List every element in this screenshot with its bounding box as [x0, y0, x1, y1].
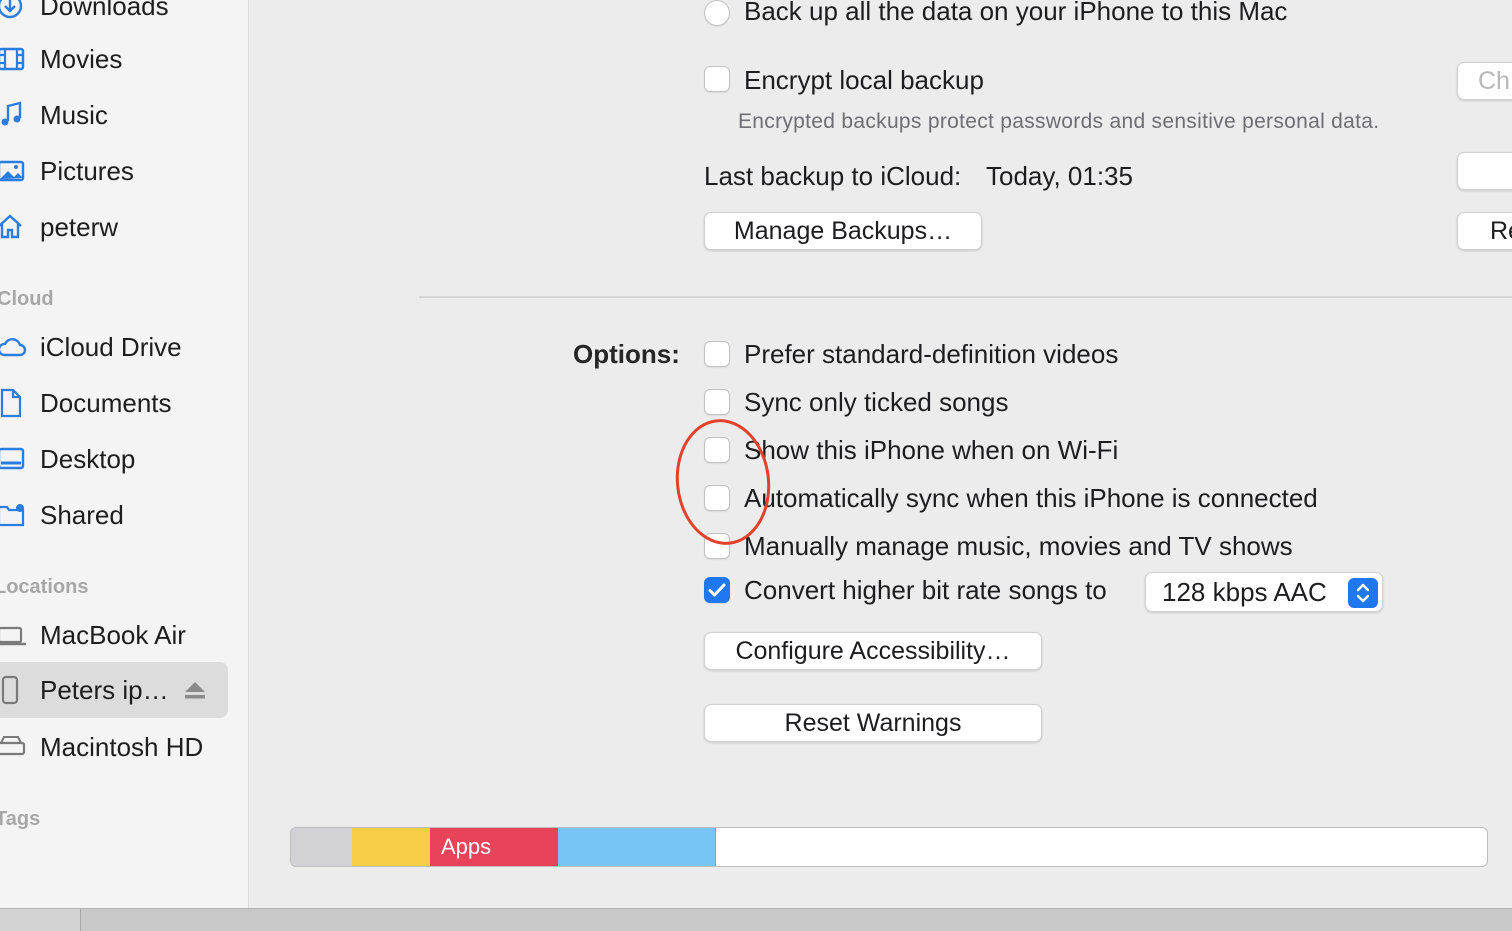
sidebar-item-label: iCloud Drive — [40, 331, 182, 362]
options-heading: Options: — [573, 339, 680, 369]
encrypt-backup-description: Encrypted backups protect passwords and … — [738, 110, 1380, 133]
checkmark-icon — [708, 583, 726, 597]
photo-icon — [0, 160, 25, 182]
manage-backups-button[interactable]: Manage Backups… — [704, 212, 982, 250]
window-bottom-edge — [0, 908, 1512, 931]
convert-bitrate-label: Convert higher bit rate songs to — [744, 575, 1107, 605]
sidebar-item-label: Documents — [40, 387, 172, 418]
sidebar-item-macintosh-hd[interactable]: Macintosh HD — [0, 723, 228, 771]
sidebar-item-label: Music — [40, 99, 108, 130]
bitrate-select-value: 128 kbps AAC — [1162, 576, 1327, 607]
hard-drive-icon — [0, 736, 26, 756]
sidebar-section-tags: Tags — [0, 808, 41, 830]
sidebar-section-cloud: Cloud — [0, 288, 54, 310]
back-up-now-button[interactable] — [1457, 152, 1512, 190]
desktop-icon — [0, 447, 25, 470]
sidebar-item-label: peterw — [40, 211, 119, 242]
home-icon — [0, 214, 22, 239]
reset-warnings-button[interactable]: Reset Warnings — [704, 704, 1042, 742]
sidebar-item-label: Downloads — [40, 0, 169, 21]
eject-icon[interactable] — [184, 680, 206, 700]
laptop-icon — [0, 626, 26, 646]
last-backup-label: Last backup to iCloud: — [704, 161, 962, 191]
sidebar-item-label: Movies — [40, 43, 123, 74]
storage-segment-photos[interactable] — [352, 828, 430, 866]
sidebar-item-label: MacBook Air — [40, 619, 186, 650]
cloud-icon — [0, 338, 27, 357]
sidebar-item-label: Shared — [40, 499, 124, 530]
encrypt-backup-label: Encrypt local backup — [744, 65, 984, 95]
sidebar-section-locations: Locations — [0, 576, 89, 598]
prefer-sd-videos-checkbox[interactable] — [704, 341, 730, 367]
storage-segment-label: Apps — [441, 834, 492, 859]
prefer-sd-videos-label: Prefer standard-definition videos — [744, 339, 1119, 369]
backup-to-mac-radio[interactable] — [704, 0, 730, 26]
sidebar-item-label: Macintosh HD — [40, 731, 204, 762]
sidebar-item-shared[interactable]: Shared — [0, 491, 228, 539]
manually-manage-checkbox[interactable] — [704, 533, 730, 559]
dock-edge — [0, 909, 81, 931]
updown-chevron-icon — [1348, 578, 1378, 608]
finder-sidebar: Downloads Movies Music Pictures peterw C… — [0, 0, 249, 908]
sidebar-item-home[interactable]: peterw — [0, 203, 228, 251]
storage-segment-apps[interactable]: Apps — [430, 828, 558, 866]
sidebar-item-macbook-air[interactable]: MacBook Air — [0, 611, 228, 659]
music-note-icon — [1, 101, 22, 126]
restore-iphone-button[interactable]: Re — [1457, 212, 1512, 250]
sidebar-item-downloads[interactable]: Downloads — [0, 0, 228, 30]
sidebar-item-documents[interactable]: Documents — [0, 379, 228, 427]
iphone-icon — [1, 675, 19, 705]
download-icon — [0, 0, 23, 19]
shared-folder-icon — [0, 504, 25, 527]
sidebar-item-pictures[interactable]: Pictures — [0, 147, 228, 195]
sidebar-item-movies[interactable]: Movies — [0, 35, 228, 83]
backup-to-mac-label: Back up all the data on your iPhone to t… — [744, 0, 1288, 26]
show-on-wifi-label: Show this iPhone when on Wi-Fi — [744, 435, 1119, 465]
sidebar-item-iphone[interactable]: Peters ip… — [0, 662, 228, 718]
storage-usage-bar: Apps — [290, 827, 1488, 867]
sidebar-item-label: Desktop — [40, 443, 136, 474]
last-backup-value: Today, 01:35 — [986, 161, 1133, 191]
film-icon — [0, 47, 25, 71]
sync-ticked-songs-label: Sync only ticked songs — [744, 387, 1009, 417]
bitrate-select[interactable]: 128 kbps AAC — [1145, 572, 1383, 612]
configure-accessibility-button[interactable]: Configure Accessibility… — [704, 632, 1042, 670]
sidebar-item-label: Pictures — [40, 155, 134, 186]
encrypt-backup-checkbox[interactable] — [704, 66, 730, 92]
change-password-button[interactable]: Ch — [1457, 62, 1512, 100]
sync-ticked-songs-checkbox[interactable] — [704, 389, 730, 415]
device-settings-pane: Back up all the data on your iPhone to t… — [249, 0, 1512, 908]
storage-segment-media[interactable] — [558, 828, 716, 866]
auto-sync-label: Automatically sync when this iPhone is c… — [744, 483, 1318, 513]
show-on-wifi-checkbox[interactable] — [704, 437, 730, 463]
storage-segment-system[interactable] — [291, 828, 352, 866]
sidebar-item-label: Peters ip… — [40, 674, 169, 705]
sidebar-item-music[interactable]: Music — [0, 91, 228, 139]
convert-bitrate-checkbox[interactable] — [704, 577, 730, 603]
section-divider — [419, 296, 1512, 298]
sidebar-item-icloud-drive[interactable]: iCloud Drive — [0, 323, 228, 371]
sidebar-item-desktop[interactable]: Desktop — [0, 435, 228, 483]
manually-manage-label: Manually manage music, movies and TV sho… — [744, 531, 1293, 561]
document-icon — [0, 388, 22, 418]
auto-sync-checkbox[interactable] — [704, 485, 730, 511]
